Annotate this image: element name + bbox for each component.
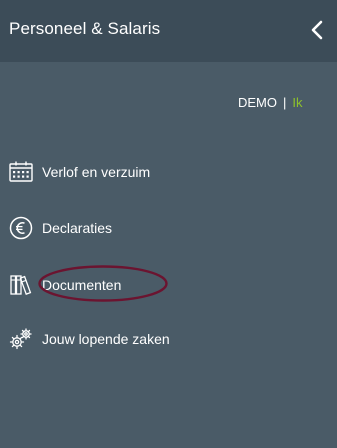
- books-icon: [10, 275, 32, 295]
- app-title: Personeel & Salaris: [9, 19, 161, 38]
- collapse-sidebar-button[interactable]: [306, 17, 330, 43]
- chevron-left-icon: [311, 20, 323, 40]
- menu-item-label: Documenten: [42, 277, 122, 293]
- company-name: DEMO: [238, 95, 277, 110]
- menu-item-declaraties[interactable]: Declaraties: [8, 214, 112, 242]
- menu-item-verlof-en-verzuim[interactable]: Verlof en verzuim: [8, 158, 150, 186]
- separator: |: [283, 95, 287, 110]
- menu-item-jouw-lopende-zaken[interactable]: Jouw lopende zaken: [8, 325, 170, 353]
- euro-icon: [9, 216, 33, 240]
- menu-item-documenten[interactable]: Documenten: [8, 271, 121, 299]
- user-indicator: DEMO | Ik: [238, 95, 303, 110]
- menu-item-label: Declaraties: [42, 220, 113, 236]
- sidebar-panel: Personeel & Salaris DEMO | Ik Verlof en …: [0, 0, 337, 448]
- sidebar-header: Personeel & Salaris: [0, 0, 337, 62]
- menu-item-label: Jouw lopende zaken: [42, 331, 170, 347]
- gears-icon: [9, 328, 32, 350]
- menu-item-label: Verlof en verzuim: [42, 164, 151, 180]
- current-user-link[interactable]: Ik: [292, 95, 302, 110]
- calendar-icon: [9, 161, 33, 182]
